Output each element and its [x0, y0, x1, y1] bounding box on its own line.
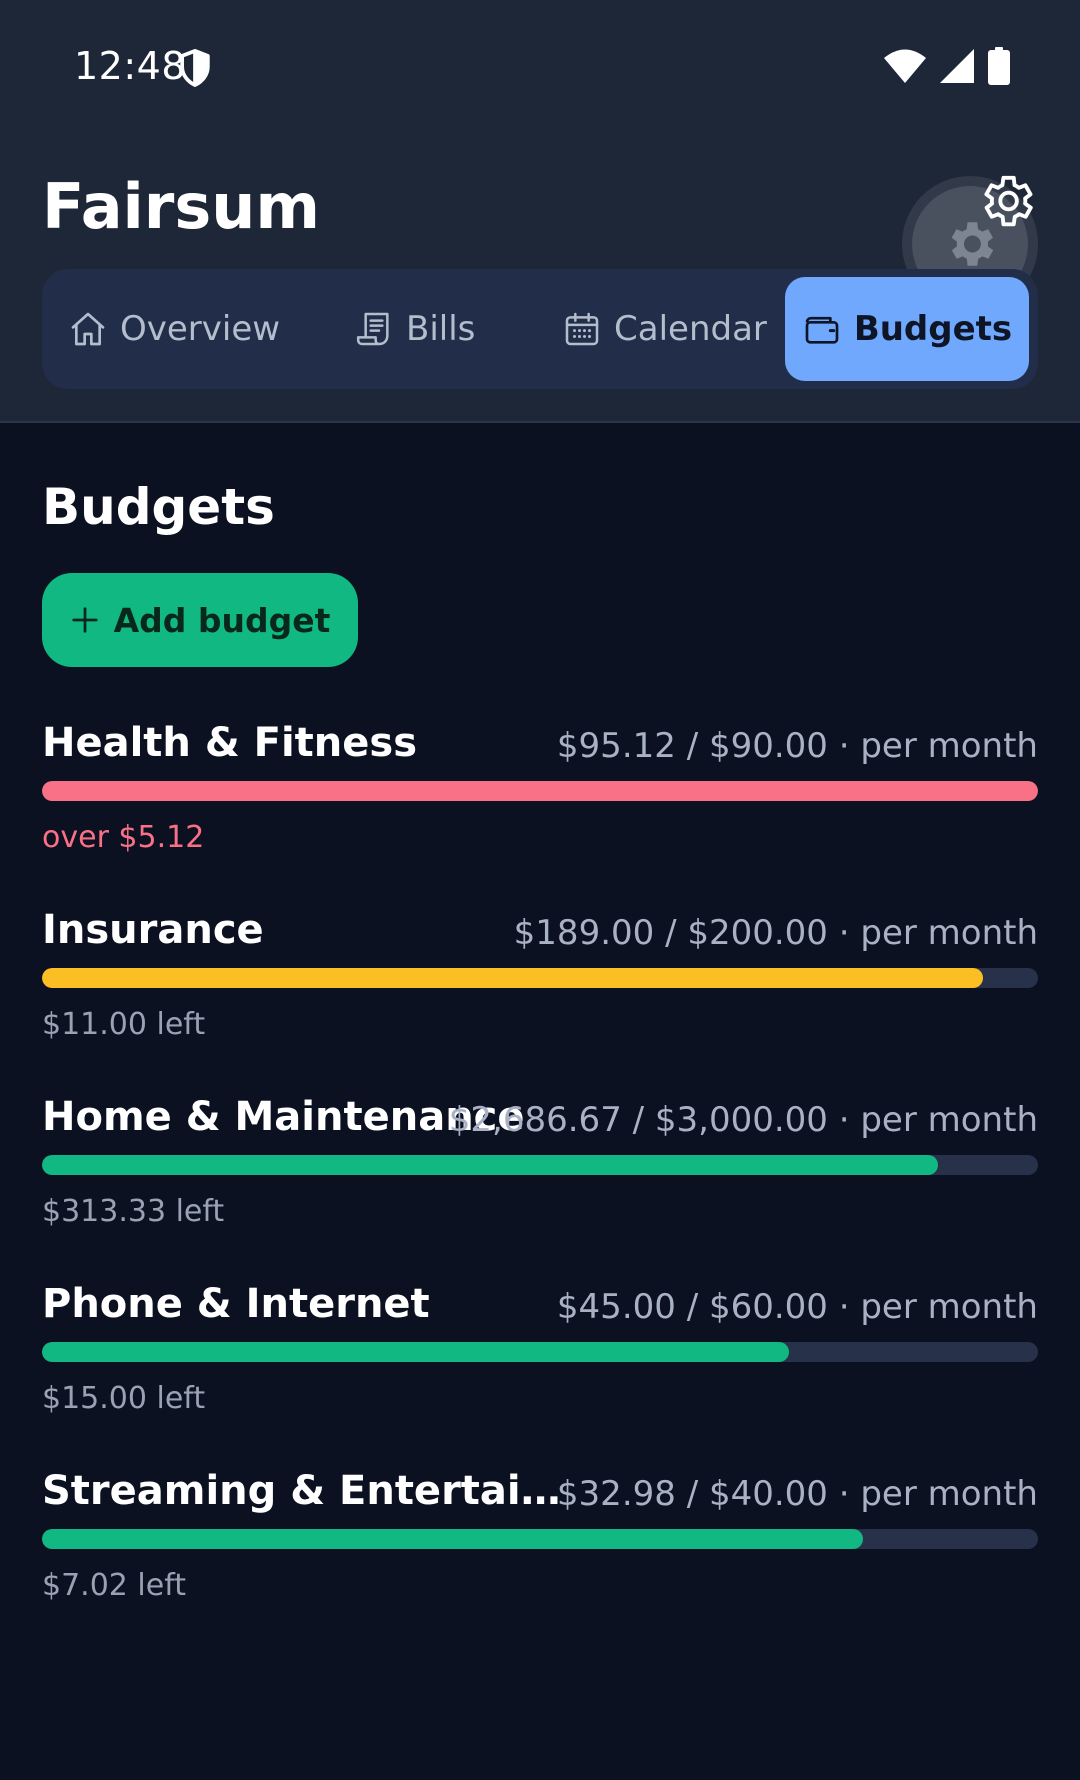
budget-remaining: $11.00 left — [42, 1007, 206, 1042]
budget-amount: $45.00 / $60.00 · per month — [556, 1287, 1038, 1327]
budget-progress-fill — [42, 1155, 939, 1175]
tab-label: Bills — [406, 309, 476, 349]
budget-remaining: over $5.12 — [42, 820, 205, 855]
wallet-icon — [805, 316, 839, 344]
budget-progress-track — [42, 1155, 1038, 1175]
budget-amount: $95.12 / $90.00 · per month — [556, 726, 1038, 766]
budget-amount: $189.00 / $200.00 · per month — [513, 913, 1038, 953]
budget-remaining: $15.00 left — [42, 1381, 206, 1416]
tab-bar: Overview Bills Calendar Budgets — [42, 269, 1038, 389]
tab-budgets[interactable]: Budgets — [785, 277, 1029, 381]
tab-calendar[interactable]: Calendar — [562, 277, 767, 381]
budget-item[interactable]: Health & Fitness $95.12 / $90.00 · per m… — [42, 720, 1038, 880]
tab-label: Overview — [120, 309, 281, 349]
budget-progress-fill — [42, 1529, 864, 1549]
budget-amount: $2,686.67 / $3,000.00 · per month — [448, 1100, 1038, 1140]
budget-progress-track — [42, 968, 1038, 988]
plus-icon — [71, 607, 98, 633]
tab-label: Budgets — [853, 309, 1013, 349]
app-title: Fairsum — [42, 170, 321, 243]
budget-progress-track — [42, 1529, 1038, 1549]
receipt-icon — [356, 312, 389, 346]
status-time: 12:48 — [74, 44, 187, 88]
budget-remaining: $7.02 left — [42, 1568, 187, 1603]
budget-item[interactable]: Phone & Internet $45.00 / $60.00 · per m… — [42, 1281, 1038, 1441]
app-header: 12:48 Fairsum Overview Bills Calendar Bu… — [0, 0, 1080, 423]
budget-name: Phone & Internet — [42, 1281, 430, 1327]
budget-progress-fill — [42, 1342, 789, 1362]
settings-gear-icon[interactable] — [975, 170, 1037, 232]
budget-name: Streaming & Entertainm... — [42, 1468, 562, 1514]
budget-progress-track — [42, 1342, 1038, 1362]
tab-overview[interactable]: Overview — [68, 277, 284, 381]
add-budget-button[interactable]: Add budget — [42, 573, 358, 667]
tab-label: Calendar — [614, 309, 767, 349]
budget-progress-fill — [42, 781, 1038, 801]
add-budget-label: Add budget — [113, 600, 331, 640]
home-icon — [71, 312, 105, 346]
wifi-icon — [884, 49, 926, 83]
tab-bills[interactable]: Bills — [354, 277, 494, 381]
system-icons — [884, 46, 1010, 86]
budget-name: Health & Fitness — [42, 720, 418, 766]
budget-remaining: $313.33 left — [42, 1194, 225, 1229]
shield-icon — [180, 49, 210, 87]
budget-progress-track — [42, 781, 1038, 801]
page-title: Budgets — [42, 478, 275, 536]
budget-item[interactable]: Home & Maintenance $2,686.67 / $3,000.00… — [42, 1094, 1038, 1254]
budget-amount: $32.98 / $40.00 · per month — [556, 1474, 1038, 1514]
budget-name: Insurance — [42, 907, 264, 953]
budget-progress-fill — [42, 968, 984, 988]
calendar-icon — [565, 312, 599, 346]
status-bar: 12:48 — [0, 0, 1080, 130]
budget-item[interactable]: Streaming & Entertainm... $32.98 / $40.0… — [42, 1468, 1038, 1628]
battery-icon — [988, 47, 1010, 85]
budget-item[interactable]: Insurance $189.00 / $200.00 · per month … — [42, 907, 1038, 1067]
cellular-signal-icon — [940, 49, 974, 83]
